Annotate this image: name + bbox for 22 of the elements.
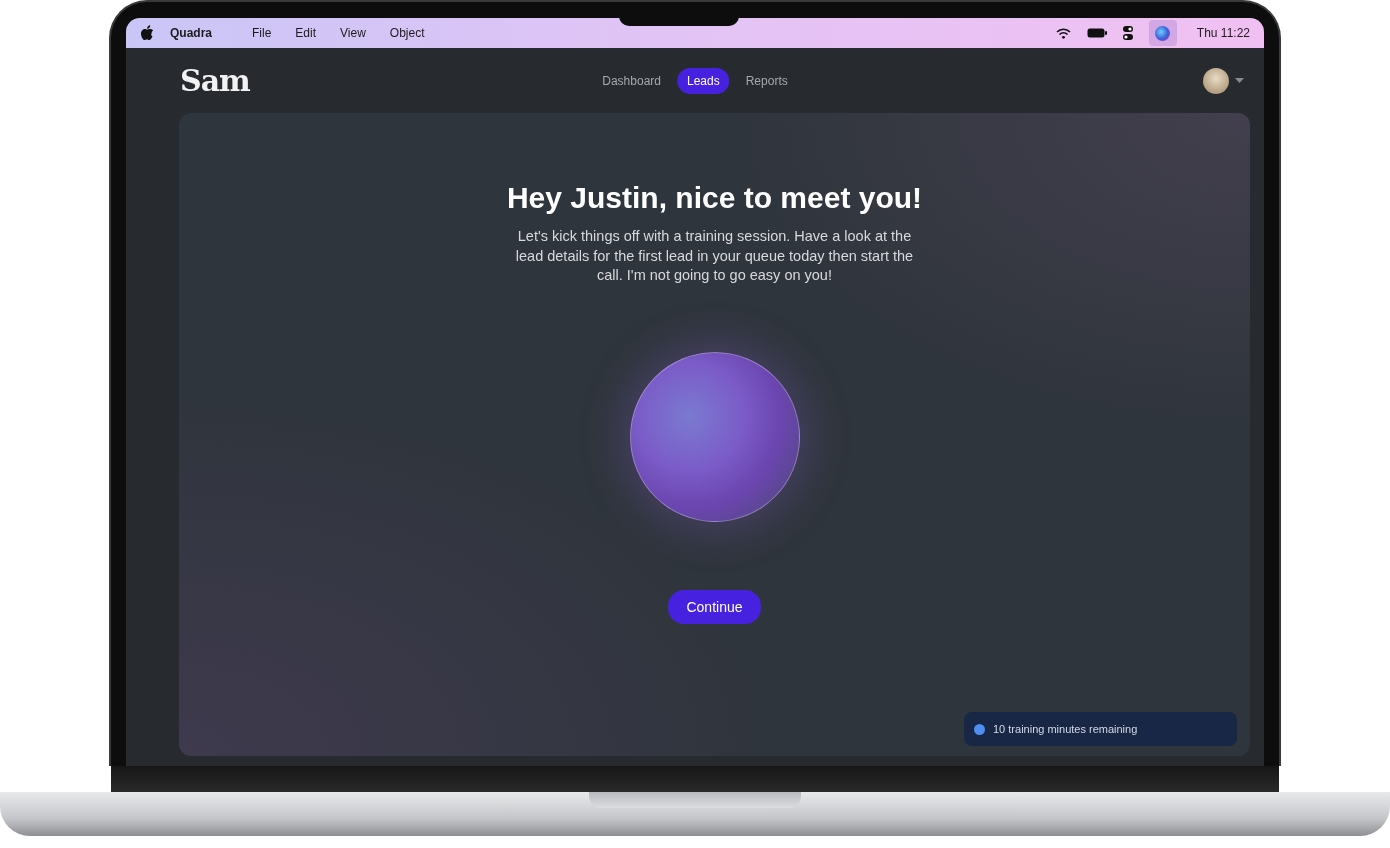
caret-icon[interactable]	[1235, 78, 1244, 83]
menu-item[interactable]: View	[340, 26, 366, 40]
nav-tab[interactable]: Reports	[735, 67, 798, 94]
nav-tab[interactable]: Leads	[677, 67, 730, 94]
menu-item[interactable]: Edit	[295, 26, 317, 40]
info-icon	[974, 723, 985, 735]
notice-text: 10 training minutes remaining	[993, 723, 1138, 735]
menu-bar-clock[interactable]: Thu 11:22	[1196, 26, 1250, 40]
welcome-message: Let's kick things off with a training session. Have a look at the lead details for the first lead in your queue today then start the call. I'm not going to go easy on you!	[514, 227, 915, 285]
app-logo[interactable]: Sam	[180, 63, 250, 98]
apple-logo-icon[interactable]	[140, 25, 154, 41]
wifi-icon[interactable]	[1055, 27, 1071, 39]
nav-tab[interactable]: Dashboard	[592, 67, 671, 94]
menu-item[interactable]: File	[252, 26, 272, 40]
menu-item[interactable]: Object	[389, 26, 425, 40]
battery-icon[interactable]	[1086, 28, 1107, 38]
continue-button[interactable]: Continue	[668, 589, 761, 624]
assistant-button[interactable]	[1148, 20, 1177, 46]
user-avatar[interactable]	[1203, 67, 1229, 94]
app-name[interactable]: Quadra	[170, 26, 212, 40]
control-center-icon[interactable]	[1122, 26, 1133, 40]
welcome-title: Hey Justin, nice to meet you!	[506, 181, 923, 215]
